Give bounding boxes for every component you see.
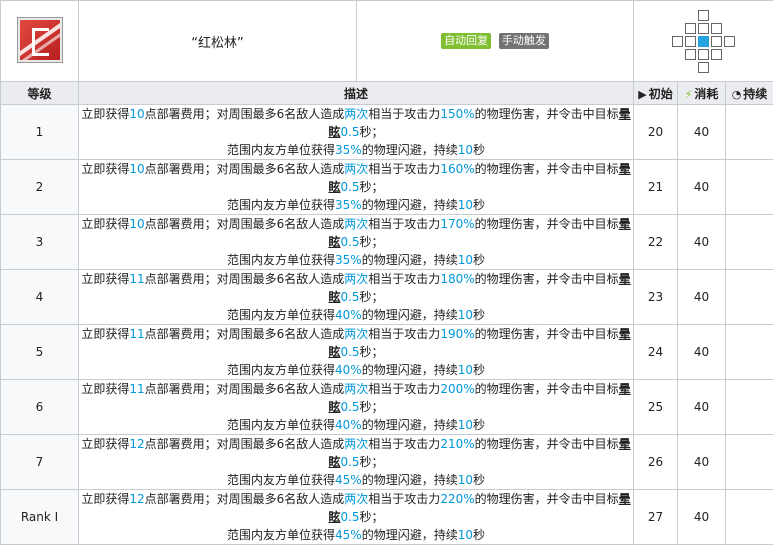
row-duration [726, 270, 773, 325]
lightning-icon: ⚡ [685, 88, 693, 101]
row-description: 立即获得10点部署费用；对周围最多6名敌人造成两次相当于攻击力150%的物理伤害… [79, 105, 634, 160]
row-cost: 40 [678, 215, 726, 270]
range-tile [711, 49, 722, 60]
range-tile [698, 23, 709, 34]
table-row: 7立即获得12点部署费用；对周围最多6名敌人造成两次相当于攻击力210%的物理伤… [1, 435, 773, 490]
table-row: 2立即获得10点部署费用；对周围最多6名敌人造成两次相当于攻击力160%的物理伤… [1, 160, 773, 215]
row-cost: 40 [678, 325, 726, 380]
row-initial: 27 [634, 490, 678, 545]
row-duration [726, 490, 773, 545]
tag-manual-trigger: 手动触发 [499, 33, 549, 49]
row-description: 立即获得10点部署费用；对周围最多6名敌人造成两次相当于攻击力170%的物理伤害… [79, 215, 634, 270]
row-duration [726, 105, 773, 160]
range-tile [698, 49, 709, 60]
header-initial: ▶初始 [634, 82, 678, 105]
row-duration [726, 325, 773, 380]
row-duration [726, 215, 773, 270]
range-tile [685, 36, 696, 47]
row-level: 6 [1, 380, 79, 435]
table-row: Rank I立即获得12点部署费用；对周围最多6名敌人造成两次相当于攻击力220… [1, 490, 773, 545]
row-duration [726, 160, 773, 215]
skill-tags: 自动回复 手动触发 [357, 1, 634, 82]
row-level: Rank I [1, 490, 79, 545]
skill-name: “红松林” [79, 1, 357, 82]
range-tile [698, 10, 709, 21]
row-description: 立即获得12点部署费用；对周围最多6名敌人造成两次相当于攻击力220%的物理伤害… [79, 490, 634, 545]
row-initial: 23 [634, 270, 678, 325]
row-level: 1 [1, 105, 79, 160]
row-initial: 20 [634, 105, 678, 160]
row-level: 7 [1, 435, 79, 490]
header-cost: ⚡消耗 [678, 82, 726, 105]
header-description: 描述 [79, 82, 634, 105]
range-tile [685, 23, 696, 34]
row-cost: 40 [678, 105, 726, 160]
table-row: 5立即获得11点部署费用；对周围最多6名敌人造成两次相当于攻击力190%的物理伤… [1, 325, 773, 380]
table-row: 4立即获得11点部署费用；对周围最多6名敌人造成两次相当于攻击力180%的物理伤… [1, 270, 773, 325]
row-duration [726, 380, 773, 435]
attack-range [634, 1, 773, 82]
row-initial: 24 [634, 325, 678, 380]
row-initial: 22 [634, 215, 678, 270]
clock-icon: ◔ [732, 88, 742, 101]
skill-icon-cell [1, 1, 79, 82]
row-description: 立即获得12点部署费用；对周围最多6名敌人造成两次相当于攻击力210%的物理伤害… [79, 435, 634, 490]
range-grid [672, 10, 735, 73]
play-icon: ▶ [638, 88, 646, 101]
range-tile [672, 36, 683, 47]
row-cost: 40 [678, 490, 726, 545]
row-cost: 40 [678, 160, 726, 215]
row-description: 立即获得11点部署费用；对周围最多6名敌人造成两次相当于攻击力180%的物理伤害… [79, 270, 634, 325]
row-description: 立即获得10点部署费用；对周围最多6名敌人造成两次相当于攻击力160%的物理伤害… [79, 160, 634, 215]
range-tile [698, 62, 709, 73]
table-row: 6立即获得11点部署费用；对周围最多6名敌人造成两次相当于攻击力200%的物理伤… [1, 380, 773, 435]
header-duration: ◔持续 [726, 82, 773, 105]
row-cost: 40 [678, 435, 726, 490]
tag-auto-recovery: 自动回复 [441, 33, 491, 49]
range-tile [685, 49, 696, 60]
range-tile [711, 23, 722, 34]
skill-summary-row: “红松林” 自动回复 手动触发 [1, 1, 773, 82]
row-description: 立即获得11点部署费用；对周围最多6名敌人造成两次相当于攻击力200%的物理伤害… [79, 380, 634, 435]
range-tile [724, 36, 735, 47]
row-initial: 21 [634, 160, 678, 215]
row-level: 4 [1, 270, 79, 325]
range-center-tile [698, 36, 709, 47]
row-description: 立即获得11点部署费用；对周围最多6名敌人造成两次相当于攻击力190%的物理伤害… [79, 325, 634, 380]
row-initial: 25 [634, 380, 678, 435]
row-duration [726, 435, 773, 490]
table-header: 等级 描述 ▶初始 ⚡消耗 ◔持续 [1, 82, 773, 105]
range-tile [711, 36, 722, 47]
row-level: 5 [1, 325, 79, 380]
row-cost: 40 [678, 270, 726, 325]
row-level: 2 [1, 160, 79, 215]
skill-table: “红松林” 自动回复 手动触发 等级 描述 ▶初始 ⚡消耗 ◔持续 [0, 0, 773, 545]
row-cost: 40 [678, 380, 726, 435]
header-level: 等级 [1, 82, 79, 105]
skill-icon [18, 18, 62, 62]
table-row: 1立即获得10点部署费用；对周围最多6名敌人造成两次相当于攻击力150%的物理伤… [1, 105, 773, 160]
table-row: 3立即获得10点部署费用；对周围最多6名敌人造成两次相当于攻击力170%的物理伤… [1, 215, 773, 270]
row-level: 3 [1, 215, 79, 270]
row-initial: 26 [634, 435, 678, 490]
